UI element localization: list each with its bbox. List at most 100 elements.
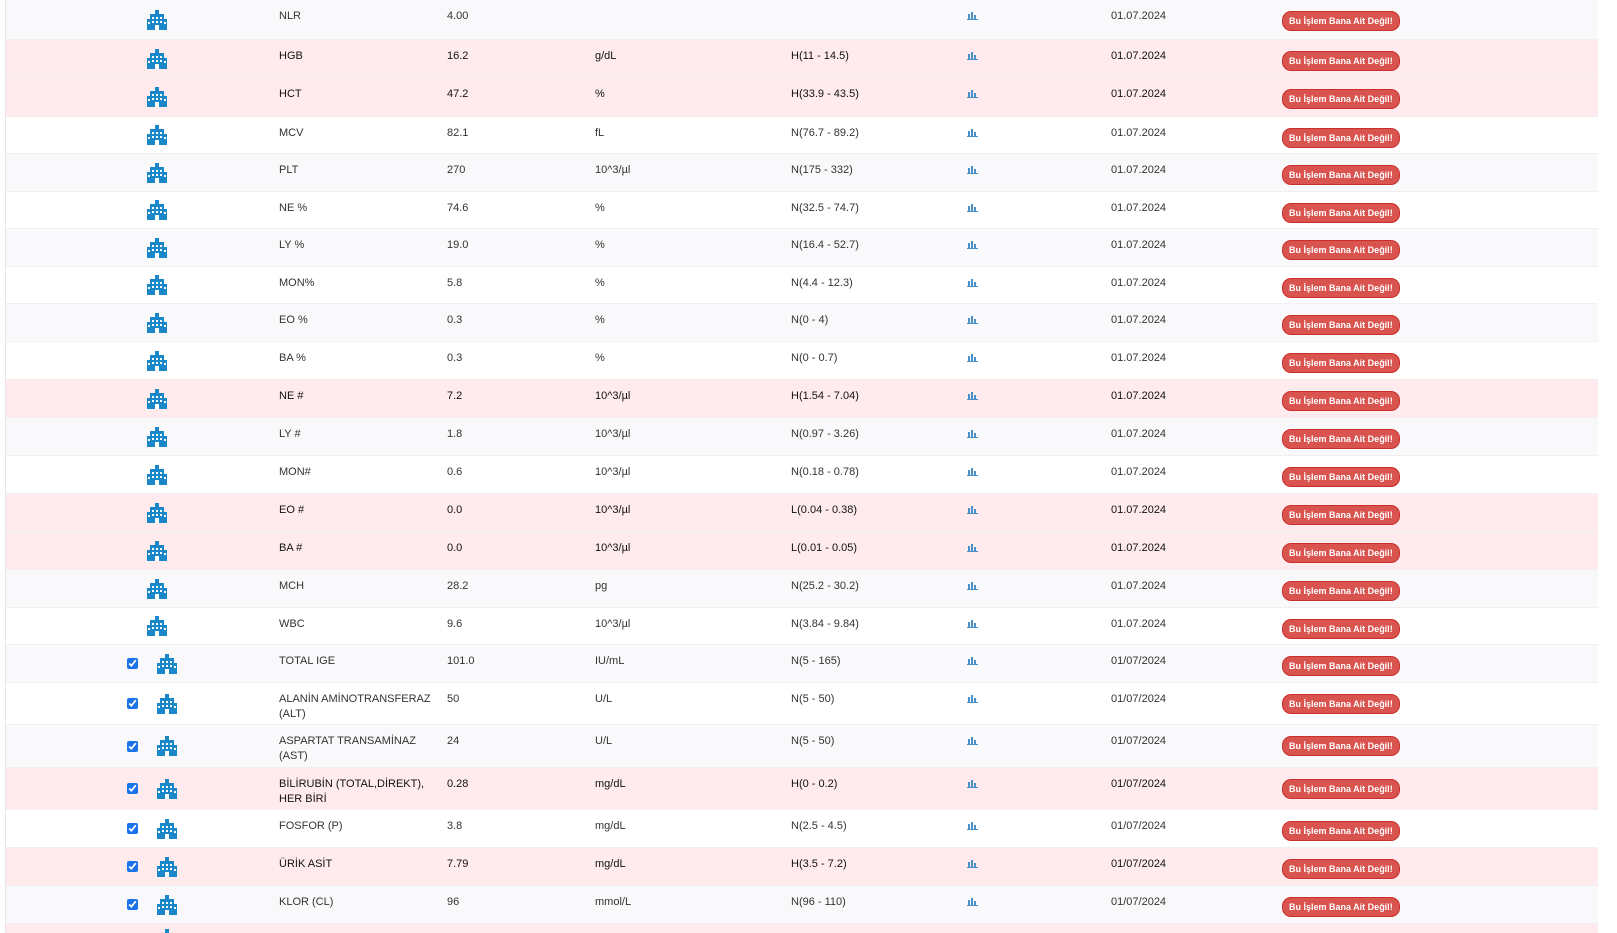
hospital-icon[interactable] <box>146 494 168 531</box>
reject-button[interactable]: Bu İşlem Bana Ait Değil! <box>1282 821 1400 841</box>
reference-range: H(0 - 0.2) <box>791 778 838 790</box>
hospital-icon[interactable] <box>146 532 168 569</box>
reference-range: N(16.4 - 52.7) <box>791 239 859 251</box>
row-select-checkbox[interactable] <box>127 823 138 834</box>
test-name: NE # <box>279 390 304 402</box>
chart-icon[interactable] <box>967 821 978 830</box>
reject-button[interactable]: Bu İşlem Bana Ait Değil! <box>1282 203 1400 223</box>
chart-icon[interactable] <box>967 619 978 628</box>
chart-icon[interactable] <box>967 467 978 476</box>
chart-icon[interactable] <box>967 128 978 137</box>
reject-button[interactable]: Bu İşlem Bana Ait Değil! <box>1282 897 1400 917</box>
row-select-checkbox[interactable] <box>127 740 138 752</box>
row-select-checkbox[interactable] <box>127 899 138 910</box>
chart-icon[interactable] <box>967 581 978 590</box>
row-select-checkbox[interactable] <box>127 658 138 669</box>
chart-icon[interactable] <box>967 203 978 212</box>
chart-icon[interactable] <box>967 897 978 906</box>
hospital-icon[interactable] <box>146 229 168 266</box>
reject-button[interactable]: Bu İşlem Bana Ait Değil! <box>1282 89 1400 109</box>
hospital-icon[interactable] <box>156 886 178 923</box>
scrollbar-track[interactable] <box>1599 0 1617 933</box>
reject-button[interactable]: Bu İşlem Bana Ait Değil! <box>1282 11 1400 31</box>
chart-icon[interactable] <box>967 353 978 362</box>
test-result: 270 <box>447 164 466 176</box>
reject-button[interactable]: Bu İşlem Bana Ait Değil! <box>1282 736 1400 756</box>
hospital-icon[interactable] <box>156 683 178 724</box>
chart-icon[interactable] <box>967 89 978 98</box>
chart-icon[interactable] <box>967 315 978 324</box>
hospital-icon[interactable] <box>146 154 168 191</box>
hospital-icon[interactable] <box>156 810 178 847</box>
reject-button[interactable]: Bu İşlem Bana Ait Değil! <box>1282 505 1400 525</box>
chart-icon[interactable] <box>967 736 978 745</box>
row-select-checkbox[interactable] <box>127 783 138 794</box>
reject-button[interactable]: Bu İşlem Bana Ait Değil! <box>1282 128 1400 148</box>
reject-button[interactable]: Bu İşlem Bana Ait Değil! <box>1282 51 1400 71</box>
hospital-icon[interactable] <box>146 78 168 116</box>
test-unit: % <box>595 239 605 251</box>
test-result: 0.0 <box>447 542 463 554</box>
reject-button[interactable]: Bu İşlem Bana Ait Değil! <box>1282 619 1400 639</box>
chart-icon[interactable] <box>967 656 978 665</box>
result-date: 01.07.2024 <box>1111 127 1167 139</box>
reject-button[interactable]: Bu İşlem Bana Ait Değil! <box>1282 859 1400 879</box>
chart-icon[interactable] <box>967 543 978 552</box>
hospital-icon[interactable] <box>156 645 178 682</box>
hospital-icon[interactable] <box>146 192 168 228</box>
chart-icon[interactable] <box>967 429 978 438</box>
table-row: ALANİN AMİNOTRANSFERAZ (ALT) 50 U/L N(5 - 5… <box>6 683 1598 725</box>
lab-results-table: NLR 4.00 01.07.2024 Bu İşlem Bana Ait Değil… <box>5 0 1598 933</box>
reference-range: N(3.84 - 9.84) <box>791 618 859 630</box>
test-unit: % <box>595 88 605 100</box>
hospital-icon[interactable] <box>146 456 168 493</box>
test-result: 16.2 <box>447 50 469 62</box>
chart-icon[interactable] <box>967 505 978 514</box>
chart-icon[interactable] <box>967 51 978 60</box>
hospital-icon[interactable] <box>146 40 168 77</box>
hospital-icon[interactable] <box>146 418 168 455</box>
hospital-icon[interactable] <box>156 725 178 767</box>
reject-button[interactable]: Bu İşlem Bana Ait Değil! <box>1282 165 1400 185</box>
reject-button[interactable]: Bu İşlem Bana Ait Değil! <box>1282 779 1400 799</box>
chart-icon[interactable] <box>967 278 978 287</box>
reject-button[interactable]: Bu İşlem Bana Ait Değil! <box>1282 656 1400 676</box>
chart-icon[interactable] <box>967 11 978 20</box>
reject-button[interactable]: Bu İşlem Bana Ait Değil! <box>1282 240 1400 260</box>
hospital-icon[interactable] <box>146 608 168 644</box>
reject-button[interactable]: Bu İşlem Bana Ait Değil! <box>1282 353 1400 373</box>
reject-button[interactable]: Bu İşlem Bana Ait Değil! <box>1282 391 1400 411</box>
hospital-icon[interactable] <box>156 768 178 809</box>
hospital-icon[interactable] <box>156 924 178 933</box>
result-date: 01.07.2024 <box>1111 164 1167 176</box>
reject-button[interactable]: Bu İşlem Bana Ait Değil! <box>1282 694 1400 714</box>
reject-button[interactable]: Bu İşlem Bana Ait Değil! <box>1282 278 1400 298</box>
result-date: 01.07.2024 <box>1111 202 1167 214</box>
hospital-icon[interactable] <box>146 0 168 39</box>
chart-icon[interactable] <box>967 779 978 788</box>
table-row: BA # 0.0 10^3/µl L(0.01 - 0.05) 01.07.2024 Bu… <box>6 532 1598 570</box>
hospital-icon[interactable] <box>146 380 168 417</box>
reject-button[interactable]: Bu İşlem Bana Ait Değil! <box>1282 315 1400 335</box>
hospital-icon[interactable] <box>146 267 168 303</box>
table-row: BA % 0.3% N(0 - 0.7) 01.07.2024 Bu İşlem Ban… <box>6 342 1598 380</box>
table-row: EO # 0.0 10^3/µl L(0.04 - 0.38) 01.07.2024 Bu… <box>6 494 1598 532</box>
chart-icon[interactable] <box>967 859 978 868</box>
result-date: 01.07.2024 <box>1111 618 1167 630</box>
row-select-checkbox[interactable] <box>127 698 138 709</box>
reject-button[interactable]: Bu İşlem Bana Ait Değil! <box>1282 581 1400 601</box>
reject-button[interactable]: Bu İşlem Bana Ait Değil! <box>1282 467 1400 487</box>
result-date: 01/07/2024 <box>1111 896 1167 908</box>
reject-button[interactable]: Bu İşlem Bana Ait Değil! <box>1282 543 1400 563</box>
hospital-icon[interactable] <box>146 304 168 341</box>
chart-icon[interactable] <box>967 694 978 703</box>
chart-icon[interactable] <box>967 391 978 400</box>
chart-icon[interactable] <box>967 165 978 174</box>
reject-button[interactable]: Bu İşlem Bana Ait Değil! <box>1282 429 1400 449</box>
row-select-checkbox[interactable] <box>127 861 138 872</box>
chart-icon[interactable] <box>967 240 978 249</box>
hospital-icon[interactable] <box>146 117 168 153</box>
hospital-icon[interactable] <box>156 848 178 885</box>
hospital-icon[interactable] <box>146 342 168 379</box>
hospital-icon[interactable] <box>146 570 168 607</box>
